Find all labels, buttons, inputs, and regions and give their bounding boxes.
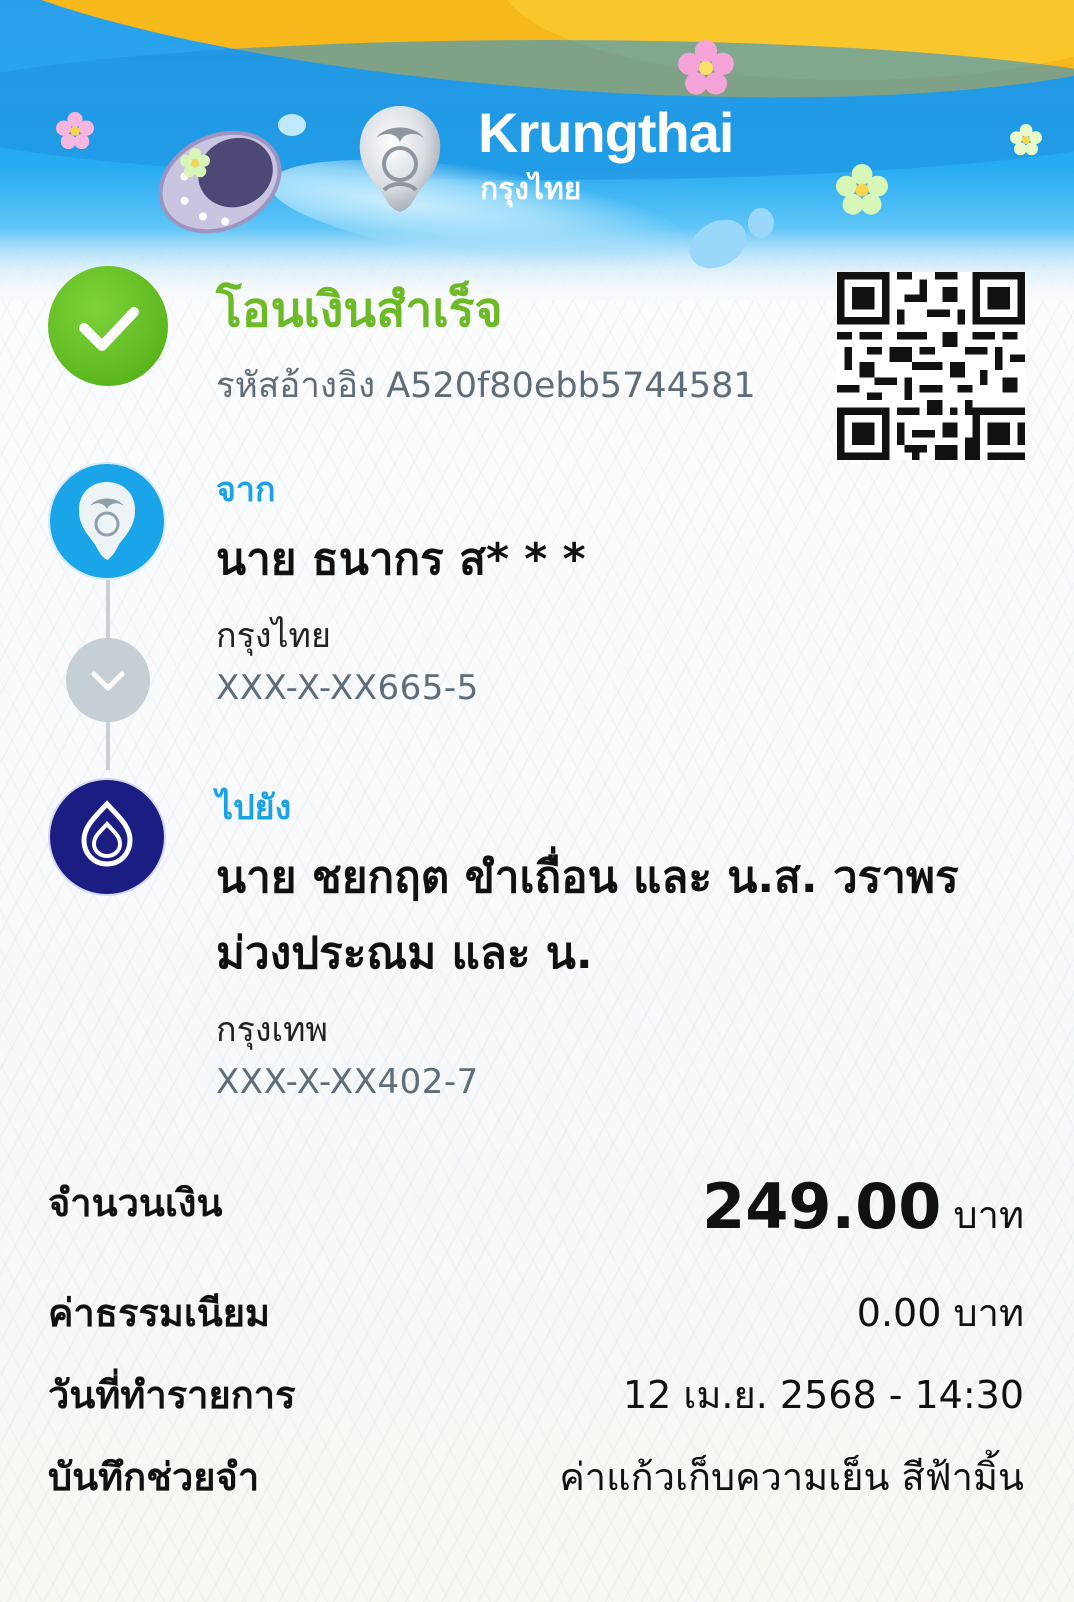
sender-bank: กรุงไทย xyxy=(216,616,331,656)
transaction-date-label: วันที่ทำรายการ xyxy=(48,1373,296,1417)
from-label: จาก xyxy=(216,470,276,510)
brand-name-thai: กรุงไทย xyxy=(480,172,582,207)
header-banner: Krungthai กรุงไทย xyxy=(0,0,1074,300)
brand-name-english: Krungthai xyxy=(478,101,734,164)
amount-label: จำนวนเงิน xyxy=(48,1181,223,1225)
bangkok-bank-icon xyxy=(48,778,166,896)
recipient-name-line1: นาย ชยกฤต ขำเถื่อน และ น.ส. วราพร xyxy=(216,852,959,903)
flower-icon xyxy=(180,148,210,178)
qr-code-icon[interactable] xyxy=(836,272,1026,460)
flower-icon xyxy=(56,112,94,150)
recipient-bank: กรุงเทพ xyxy=(216,1010,328,1050)
flower-icon xyxy=(1010,124,1042,156)
sender-account: XXX-X-XX665-5 xyxy=(216,668,479,708)
transaction-date-value: 12 เม.ย. 2568 - 14:30 xyxy=(622,1373,1024,1417)
krungthai-logo xyxy=(359,106,441,212)
amount-number: 249.00 xyxy=(702,1170,942,1243)
to-label: ไปยัง xyxy=(216,788,292,828)
recipient-name-line2: ม่วงประณม และ น. xyxy=(216,928,593,979)
recipient-account: XXX-X-XX402-7 xyxy=(216,1062,479,1102)
water-drop xyxy=(748,208,774,238)
transfer-status-title: โอนเงินสำเร็จ xyxy=(216,282,503,338)
water-bowl-icon xyxy=(158,130,282,234)
sender-name: นาย ธนากร ส* * * xyxy=(216,534,586,585)
memo-label: บันทึกช่วยจำ xyxy=(48,1455,260,1499)
fee-label: ค่าธรรมเนียม xyxy=(48,1291,271,1335)
krungthai-bank-icon xyxy=(48,462,166,580)
memo-value: ค่าแก้วเก็บความเย็น สีฟ้ามิ้น xyxy=(559,1455,1024,1499)
reference-code: รหัสอ้างอิง A520f80ebb5744581 xyxy=(216,366,756,406)
flower-icon xyxy=(836,164,888,215)
success-check-icon xyxy=(48,266,168,386)
amount-unit: บาท xyxy=(953,1193,1024,1237)
fee-value: 0.00 บาท xyxy=(856,1291,1024,1335)
flower-icon xyxy=(678,40,734,95)
chevron-down-icon xyxy=(66,638,150,722)
amount-value: 249.00 บาท xyxy=(702,1170,1024,1245)
